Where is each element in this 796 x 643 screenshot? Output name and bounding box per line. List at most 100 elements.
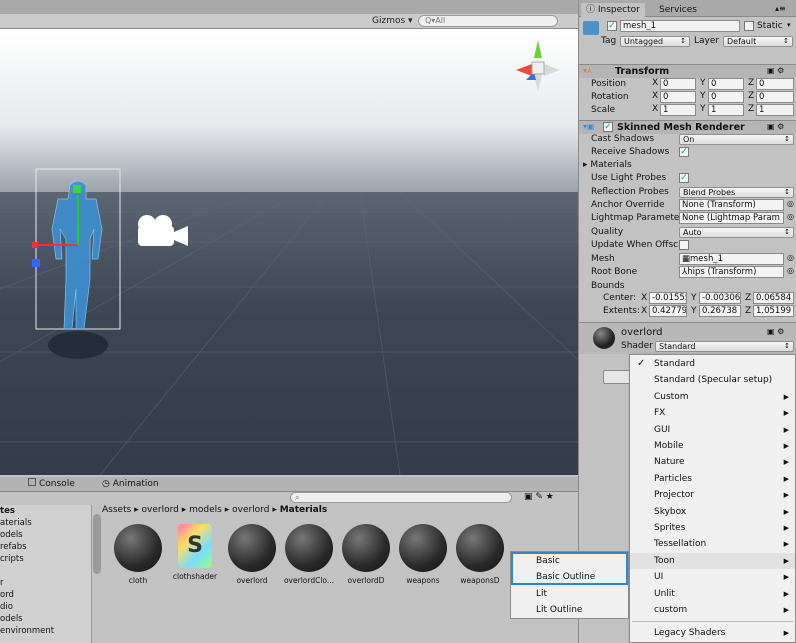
- center-z-field[interactable]: 0.06584: [753, 292, 794, 304]
- object-picker-icon[interactable]: ◎: [787, 253, 794, 262]
- shader-menu-item[interactable]: Sprites ▶: [630, 520, 795, 536]
- asset-item[interactable]: weapons: [393, 524, 453, 585]
- scale-x-field[interactable]: 1: [660, 104, 696, 116]
- tree-item[interactable]: refabs: [0, 541, 91, 553]
- center-x-field[interactable]: -0.01555: [649, 292, 687, 304]
- shader-menu-item[interactable]: Nature ▶: [630, 454, 795, 470]
- static-dropdown-icon[interactable]: ▾: [787, 21, 791, 29]
- rotation-z-field[interactable]: 0: [756, 91, 794, 103]
- shader-menu-item[interactable]: Toon ▶: [630, 552, 795, 569]
- tree-item[interactable]: ord: [0, 589, 91, 601]
- extents-y-field[interactable]: 0.26738: [699, 305, 741, 317]
- scene-view[interactable]: ◁ Persp: [0, 0, 578, 475]
- tag-dropdown[interactable]: Untagged: [620, 36, 690, 47]
- shader-dropdown[interactable]: Standard: [655, 341, 794, 352]
- transform-header[interactable]: Transform: [579, 64, 796, 78]
- shader-menu-item[interactable]: Mobile ▶: [630, 438, 795, 454]
- breadcrumb-item[interactable]: Assets: [102, 505, 131, 515]
- materials-foldout[interactable]: ▸ Materials: [583, 159, 632, 172]
- shader-menu-item[interactable]: FX ▶: [630, 405, 795, 421]
- anchor-override-field[interactable]: None (Transform): [679, 199, 784, 211]
- project-search-input[interactable]: ⌕: [290, 492, 512, 503]
- shader-menu-item[interactable]: ✓ Standard: [630, 356, 795, 372]
- center-y-field[interactable]: -0.00306: [699, 292, 741, 304]
- tree-scrollbar[interactable]: [93, 514, 101, 574]
- asset-item[interactable]: overlordD: [336, 524, 396, 585]
- orientation-gizmo[interactable]: [508, 36, 568, 96]
- shader-menu-item[interactable]: UI ▶: [630, 569, 795, 585]
- lightmap-param-field[interactable]: None (Lightmap Param: [679, 212, 784, 224]
- breadcrumb-item[interactable]: overlord: [142, 505, 179, 515]
- tree-item[interactable]: environment: [0, 625, 91, 637]
- tree-item[interactable]: tes: [0, 505, 91, 517]
- shader-menu-item[interactable]: Custom ▶: [630, 389, 795, 405]
- breadcrumb-item[interactable]: overlord: [232, 505, 269, 515]
- quality-dropdown[interactable]: Auto: [679, 227, 794, 238]
- persp-label[interactable]: ◁ Persp: [520, 100, 551, 109]
- use-light-probes-checkbox[interactable]: ✓: [679, 173, 689, 183]
- asset-item[interactable]: cloth: [108, 524, 168, 585]
- submenu-item-lit[interactable]: Lit: [512, 586, 547, 602]
- tree-item[interactable]: cripts: [0, 553, 91, 565]
- scale-z-field[interactable]: 1: [756, 104, 794, 116]
- tree-item[interactable]: odels: [0, 613, 91, 625]
- project-filter-icons[interactable]: ▣ ✎ ★: [524, 492, 554, 502]
- tab-animation[interactable]: ◷ Animation: [96, 478, 165, 491]
- tree-item[interactable]: dio: [0, 601, 91, 613]
- submenu-item-lit-outline[interactable]: Lit Outline: [512, 602, 582, 618]
- object-picker-icon[interactable]: ◎: [787, 199, 794, 208]
- asset-item[interactable]: overlordClo...: [279, 524, 339, 585]
- position-x-field[interactable]: 0: [660, 78, 696, 90]
- shader-menu-item[interactable]: GUI ▶: [630, 422, 795, 438]
- root-bone-field[interactable]: ⅄hips (Transform): [679, 266, 784, 278]
- active-checkbox[interactable]: ✓: [607, 21, 617, 31]
- submenu-item-basic[interactable]: Basic: [512, 553, 560, 569]
- tab-inspector[interactable]: ⓘ Inspector: [581, 3, 645, 17]
- rotation-y-field[interactable]: 0: [708, 91, 744, 103]
- position-z-field[interactable]: 0: [756, 78, 794, 90]
- breadcrumb-item[interactable]: Materials: [280, 505, 327, 515]
- position-y-field[interactable]: 0: [708, 78, 744, 90]
- gizmos-dropdown[interactable]: Gizmos ▾: [372, 16, 413, 26]
- shader-menu-item[interactable]: Standard (Specular setup): [630, 372, 795, 388]
- shader-menu-item[interactable]: Unlit ▶: [630, 586, 795, 602]
- extents-z-field[interactable]: 1.05199: [753, 305, 794, 317]
- shader-menu-item[interactable]: Skybox ▶: [630, 504, 795, 520]
- component-settings-icon[interactable]: ▣ ⚙: [767, 122, 784, 131]
- shader-menu-item[interactable]: custom ▶: [630, 602, 795, 618]
- smr-enabled-checkbox[interactable]: ✓: [603, 122, 613, 132]
- breadcrumb-item[interactable]: models: [189, 505, 222, 515]
- receive-shadows-checkbox[interactable]: ✓: [679, 147, 689, 157]
- component-settings-icon[interactable]: ▣ ⚙: [767, 66, 784, 75]
- object-picker-icon[interactable]: ◎: [787, 212, 794, 221]
- panel-menu-icon[interactable]: ▴≡: [775, 4, 786, 13]
- asset-item[interactable]: weaponsD: [450, 524, 510, 585]
- tree-item[interactable]: r: [0, 577, 91, 589]
- asset-item[interactable]: Sclothshader: [165, 524, 225, 581]
- static-checkbox[interactable]: [744, 21, 754, 31]
- rotation-x-field[interactable]: 0: [660, 91, 696, 103]
- extents-x-field[interactable]: 0.42779: [649, 305, 687, 317]
- tab-console[interactable]: Console: [22, 478, 81, 491]
- asset-item[interactable]: overlord: [222, 524, 282, 585]
- tab-services[interactable]: Services: [659, 3, 697, 17]
- reflection-probes-dropdown[interactable]: Blend Probes: [679, 187, 794, 198]
- scale-y-field[interactable]: 1: [708, 104, 744, 116]
- object-name-field[interactable]: mesh_1: [620, 20, 740, 32]
- shader-menu-item[interactable]: Tessellation ▶: [630, 536, 795, 552]
- submenu-item-basic-outline[interactable]: Basic Outline: [512, 569, 595, 585]
- shader-menu-item[interactable]: Projector ▶: [630, 487, 795, 503]
- object-picker-icon[interactable]: ◎: [787, 266, 794, 275]
- shader-menu-item[interactable]: Legacy Shaders ▶: [630, 625, 795, 641]
- mesh-field[interactable]: ▦mesh_1: [679, 253, 784, 265]
- shader-menu-item[interactable]: Particles ▶: [630, 471, 795, 487]
- character-wireframe[interactable]: [30, 165, 130, 375]
- tree-item[interactable]: aterials: [0, 517, 91, 529]
- component-settings-icon[interactable]: ▣ ⚙: [767, 327, 784, 336]
- camera-icon[interactable]: [133, 212, 191, 252]
- layer-dropdown[interactable]: Default: [723, 36, 793, 47]
- update-offscreen-checkbox[interactable]: [679, 240, 689, 250]
- tree-item[interactable]: odels: [0, 529, 91, 541]
- cast-shadows-dropdown[interactable]: On: [679, 134, 794, 145]
- scene-search-input[interactable]: Q▾All: [418, 15, 558, 27]
